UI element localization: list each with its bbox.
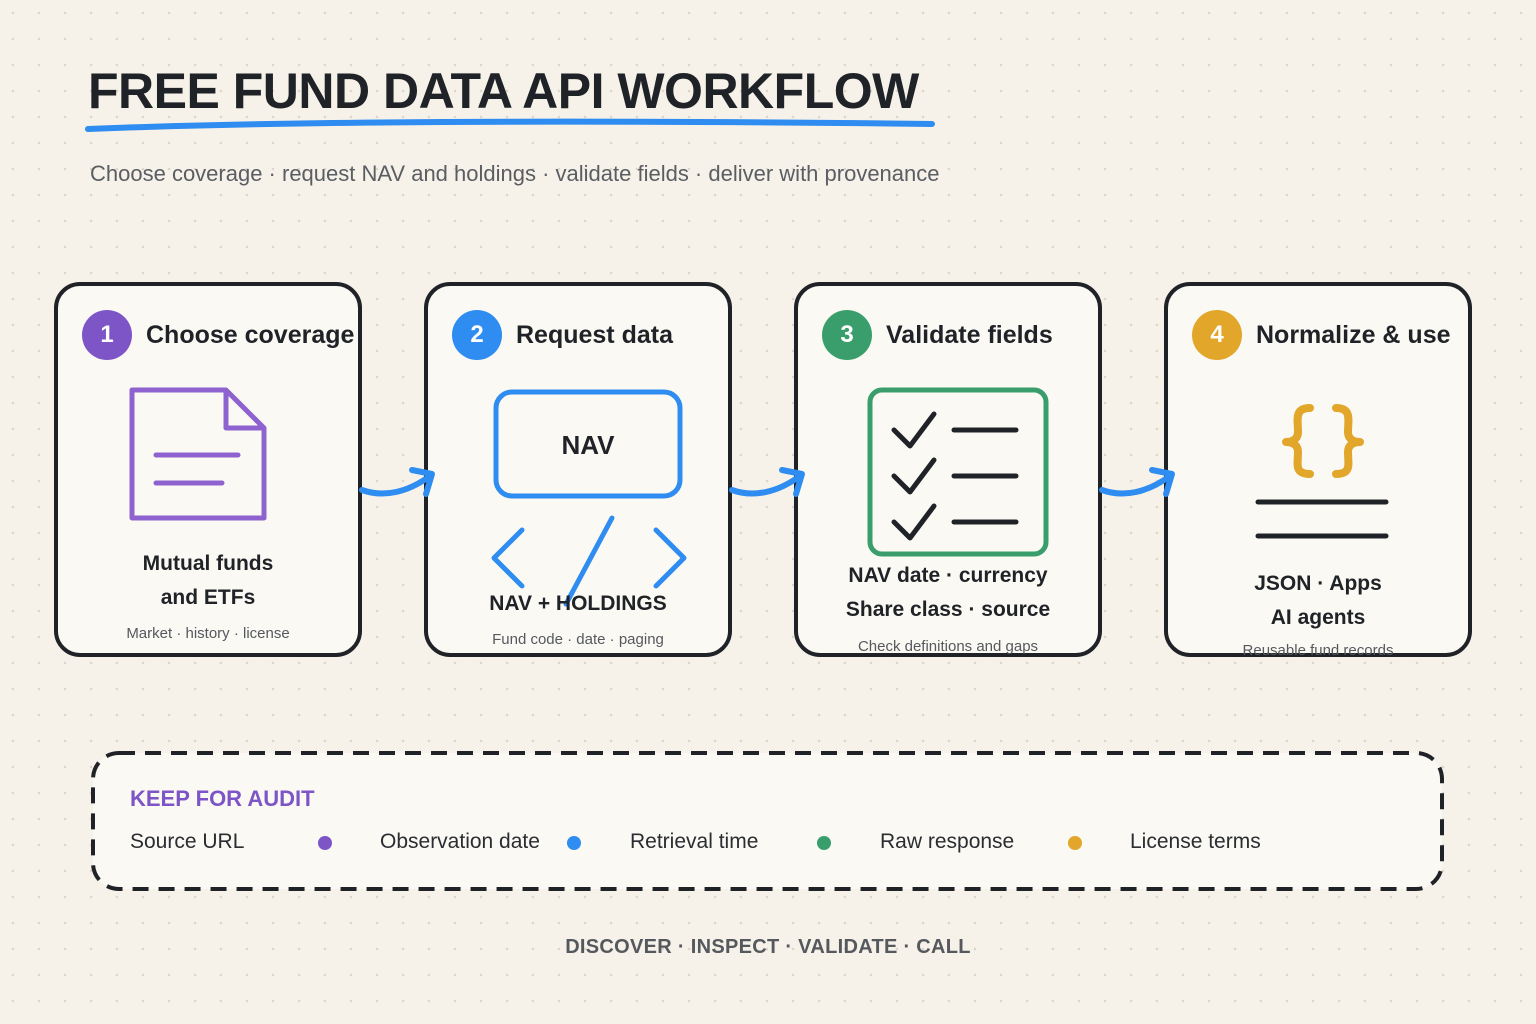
step-subtext: Check definitions and gaps [857,638,1039,655]
step-main-text: NAV + HOLDINGS [428,587,728,621]
audit-bullet-dot [817,836,831,850]
arrow-right-icon [729,467,805,497]
step-main-text: NAV date · currency Share class · source [798,559,1098,627]
step-card-choose-coverage: 1 Choose coverage Mutual funds and ETFs … [54,282,362,657]
page-title: FREE FUND DATA API WORKFLOW [88,63,919,119]
step-main-text: Mutual funds and ETFs [58,547,358,615]
step-main-line: Mutual funds [142,552,274,575]
step-main-line: NAV date · currency [848,564,1048,587]
audit-bullet-dot [567,836,581,850]
nav-box-label: NAV [561,429,615,460]
page-subtitle: Choose coverage · request NAV and holdin… [90,161,940,186]
title-underline [85,118,935,132]
step-subtext: Reusable fund records [1242,642,1394,659]
step-main-line: NAV + HOLDINGS [489,592,667,615]
step-main-line: AI agents [1270,606,1366,629]
audit-box-border [91,751,1444,891]
audit-item-observation-date: Observation date [380,830,540,853]
step-main-text: JSON · Apps AI agents [1168,567,1468,635]
step-card-request-data: 2 Request data NAV NAV + HOLDINGS Fund c… [424,282,732,657]
step-card-normalize-use: 4 Normalize & use JSON · Apps AI agents … [1164,282,1472,659]
step-subtext: Fund code · date · paging [492,631,664,648]
footer-tagline: DISCOVER · INSPECT · VALIDATE · CALL [565,936,971,958]
arrow-right-icon [1099,467,1175,497]
step-main-line: JSON · Apps [1254,572,1382,595]
audit-item-raw-response: Raw response [880,830,1015,853]
audit-heading: KEEP FOR AUDIT [130,786,315,811]
audit-bullet-dot [318,836,332,850]
audit-item-license-terms: License terms [1130,830,1261,853]
audit-item-retrieval-time: Retrieval time [630,830,759,853]
audit-item-source-url: Source URL [130,830,245,853]
audit-bullet-dot [1068,836,1082,850]
step-subtext: Market · history · license [126,625,290,642]
step-main-line: Share class · source [845,598,1051,621]
arrow-right-icon [359,467,435,497]
step-main-line: and ETFs [160,586,256,609]
step-card-validate-fields: 3 Validate fields NAV date · currency Sh… [794,282,1102,657]
